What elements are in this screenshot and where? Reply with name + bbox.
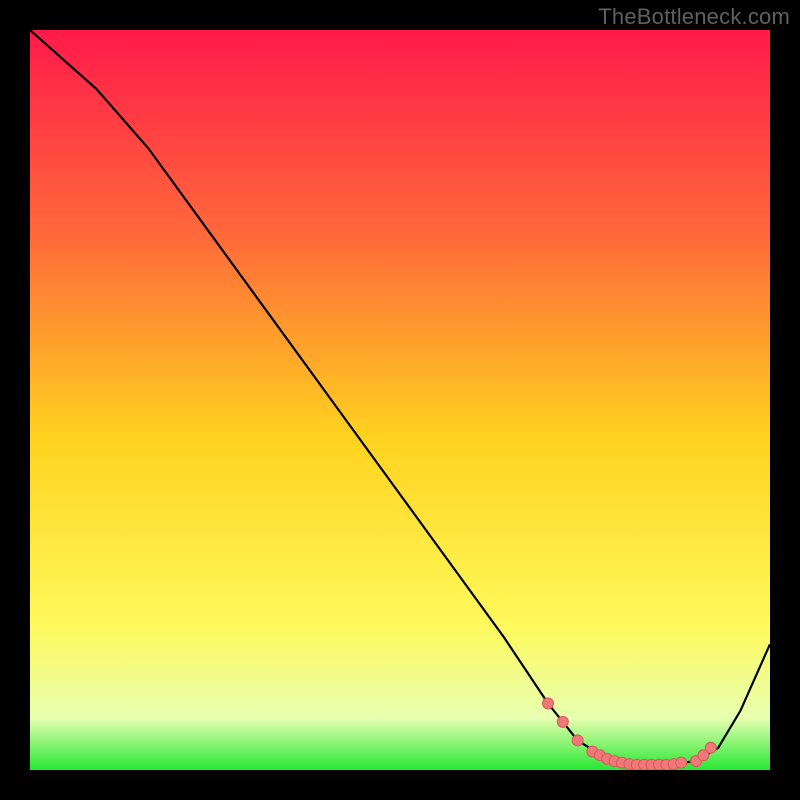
marker-point <box>705 742 716 753</box>
marker-point <box>572 735 583 746</box>
watermark-text: TheBottleneck.com <box>598 4 790 30</box>
chart-frame <box>30 30 770 770</box>
chart-svg <box>30 30 770 770</box>
marker-point <box>676 757 687 768</box>
marker-point <box>557 716 568 727</box>
marker-point <box>543 698 554 709</box>
